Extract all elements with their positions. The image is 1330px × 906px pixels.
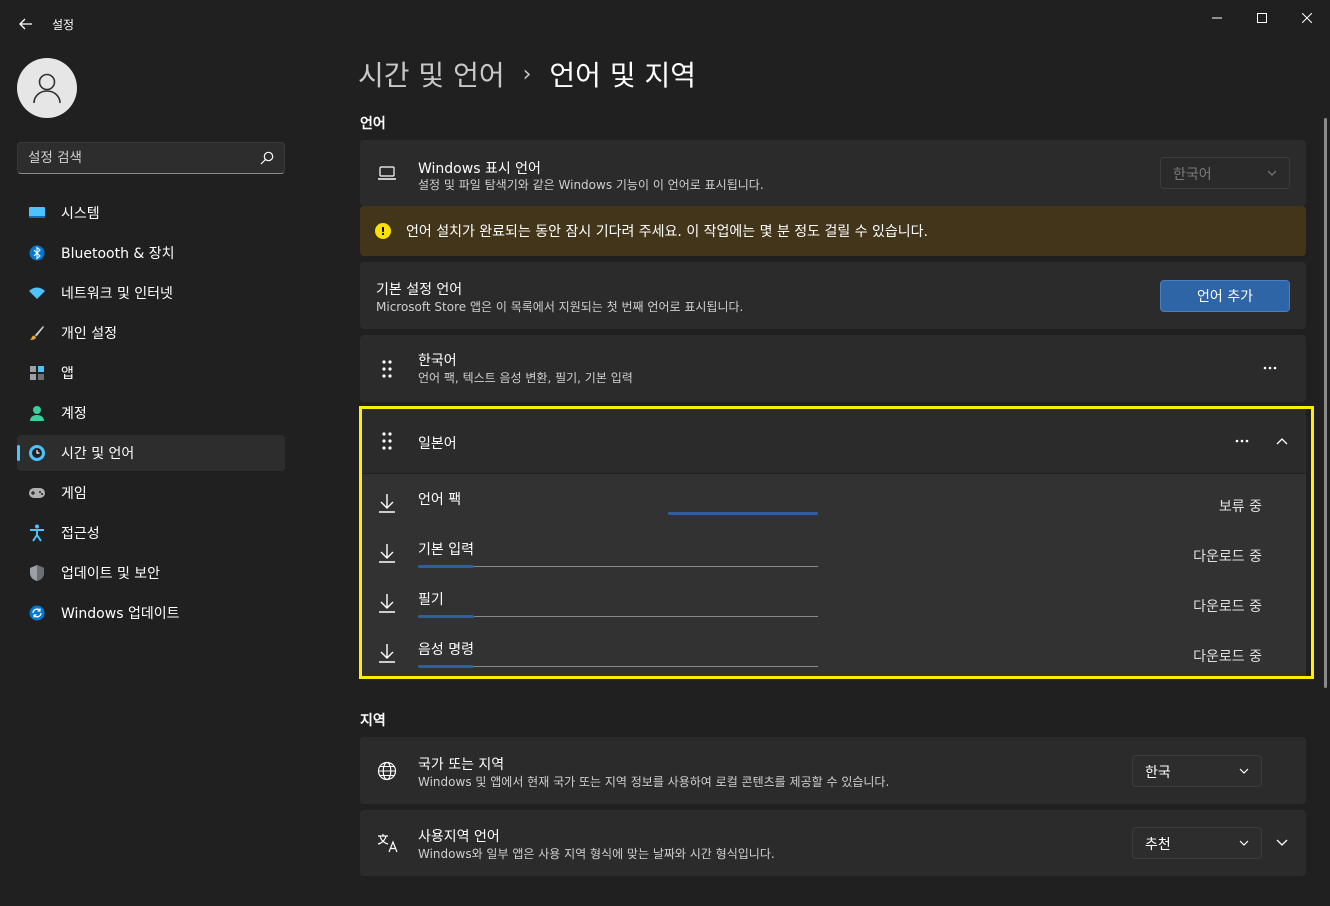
gamepad-icon [28, 484, 46, 502]
sidebar-item-label: 접근성 [61, 526, 100, 542]
section-title-region: 지역 [360, 713, 386, 729]
back-button[interactable] [14, 12, 38, 36]
shield-icon [28, 564, 46, 582]
sidebar-item-time-language[interactable]: 시간 및 언어 [17, 435, 285, 471]
install-warning-banner: ! 언어 설치가 완료되는 동안 잠시 기다려 주세요. 이 작업에는 몇 분 … [360, 206, 1306, 256]
regional-format-value: 추천 [1145, 837, 1171, 853]
country-region-title: 국가 또는 지역 [418, 757, 505, 773]
maximize-icon [1257, 13, 1267, 23]
sidebar-item-bluetooth[interactable]: Bluetooth & 장치 [17, 235, 285, 271]
language-region-icon [377, 834, 398, 853]
scrollbar[interactable] [1324, 118, 1327, 688]
sidebar-item-label: 업데이트 및 보안 [61, 566, 161, 582]
title-bar: 설정 [0, 0, 1330, 48]
breadcrumb-parent[interactable]: 시간 및 언어 [358, 54, 505, 94]
sidebar-nav: 시스템 Bluetooth & 장치 네트워크 및 인터넷 개인 설정 앱 계정… [17, 195, 285, 635]
time-language-icon [28, 444, 46, 462]
avatar[interactable] [17, 58, 77, 118]
brush-icon [28, 324, 46, 342]
preferred-language-subtitle: Microsoft Store 앱은 이 목록에서 지원되는 첫 번째 언어로 … [376, 300, 744, 314]
sidebar-item-label: 개인 설정 [61, 326, 117, 342]
laptop-icon [378, 166, 396, 180]
country-region-subtitle: Windows 및 앱에서 현재 국가 또는 지역 정보를 사용하여 로컬 콘텐… [418, 775, 890, 789]
breadcrumb: 시간 및 언어 › 언어 및 지역 [358, 54, 696, 94]
sidebar-item-label: 앱 [61, 366, 74, 382]
highlight-frame [359, 406, 1314, 679]
back-arrow-icon [19, 18, 32, 30]
minimize-button[interactable] [1194, 4, 1240, 32]
system-icon [28, 204, 46, 222]
display-language-card: Windows 표시 언어 설정 및 파일 탐색기와 같은 Windows 기능… [360, 140, 1306, 206]
close-button[interactable] [1284, 4, 1330, 32]
chevron-down-icon [1239, 840, 1249, 846]
sidebar-item-label: 네트워크 및 인터넷 [61, 286, 173, 302]
minimize-icon [1212, 17, 1222, 19]
sidebar-item-gaming[interactable]: 게임 [17, 475, 285, 511]
wifi-icon [28, 284, 46, 302]
warning-text: 언어 설치가 완료되는 동안 잠시 기다려 주세요. 이 작업에는 몇 분 정도… [406, 224, 929, 240]
maximize-button[interactable] [1239, 4, 1285, 32]
accessibility-icon [28, 524, 46, 542]
sidebar-item-label: 계정 [61, 406, 87, 422]
app-title: 설정 [52, 18, 75, 32]
add-language-button[interactable]: 언어 추가 [1160, 280, 1290, 312]
regional-format-title: 사용지역 언어 [418, 829, 500, 845]
chevron-down-icon [1239, 768, 1249, 774]
sidebar-item-apps[interactable]: 앱 [17, 355, 285, 391]
preferred-language-title: 기본 설정 언어 [376, 282, 463, 298]
more-options-button[interactable] [1258, 356, 1282, 380]
sidebar-item-label: Bluetooth & 장치 [61, 246, 175, 262]
page-title: 언어 및 지역 [549, 59, 697, 92]
search-input[interactable] [28, 143, 248, 173]
language-detail: 언어 팩, 텍스트 음성 변환, 필기, 기본 입력 [418, 371, 633, 385]
display-language-dropdown[interactable]: 한국어 [1160, 157, 1290, 189]
sidebar-item-accounts[interactable]: 계정 [17, 395, 285, 431]
apps-icon [28, 364, 46, 382]
sidebar-item-network[interactable]: 네트워크 및 인터넷 [17, 275, 285, 311]
warning-icon: ! [375, 223, 391, 239]
display-language-title: Windows 표시 언어 [418, 161, 541, 177]
country-dropdown[interactable]: 한국 [1132, 755, 1262, 787]
sidebar-item-windows-update[interactable]: Windows 업데이트 [17, 595, 285, 631]
sidebar-item-accessibility[interactable]: 접근성 [17, 515, 285, 551]
user-icon [33, 73, 61, 104]
globe-icon [377, 761, 397, 781]
country-region-card: 국가 또는 지역 Windows 및 앱에서 현재 국가 또는 지역 정보를 사… [360, 737, 1306, 804]
regional-format-subtitle: Windows와 일부 앱은 사용 지역 형식에 맞는 날짜와 시간 형식입니다… [418, 847, 775, 861]
windows-update-icon [28, 604, 46, 622]
chevron-down-icon [1267, 170, 1277, 176]
sidebar-item-label: 시스템 [61, 206, 100, 222]
expand-button[interactable] [1270, 831, 1294, 855]
sidebar-item-label: Windows 업데이트 [61, 606, 180, 622]
drag-handle-icon[interactable] [380, 359, 394, 379]
language-name: 한국어 [418, 353, 457, 369]
display-language-value: 한국어 [1173, 167, 1212, 183]
bluetooth-icon [28, 244, 46, 262]
sidebar-item-update-security[interactable]: 업데이트 및 보안 [17, 555, 285, 591]
search-box[interactable] [17, 142, 285, 174]
close-icon [1302, 13, 1312, 23]
search-icon[interactable] [260, 151, 274, 165]
section-title-language: 언어 [360, 116, 386, 132]
breadcrumb-separator: › [522, 61, 532, 87]
account-icon [28, 404, 46, 422]
regional-format-card: 사용지역 언어 Windows와 일부 앱은 사용 지역 형식에 맞는 날짜와 … [360, 810, 1306, 876]
sidebar-item-personalization[interactable]: 개인 설정 [17, 315, 285, 351]
regional-format-dropdown[interactable]: 추천 [1132, 827, 1262, 859]
sidebar-item-system[interactable]: 시스템 [17, 195, 285, 231]
country-value: 한국 [1145, 765, 1171, 781]
sidebar-item-label: 시간 및 언어 [61, 446, 135, 462]
language-item-korean[interactable]: 한국어 언어 팩, 텍스트 음성 변환, 필기, 기본 입력 [360, 335, 1306, 402]
sidebar-item-label: 게임 [61, 486, 87, 502]
more-icon [1263, 366, 1277, 370]
display-language-subtitle: 설정 및 파일 탐색기와 같은 Windows 기능이 이 언어로 표시됩니다. [418, 178, 764, 192]
chevron-down-icon [1276, 839, 1288, 846]
